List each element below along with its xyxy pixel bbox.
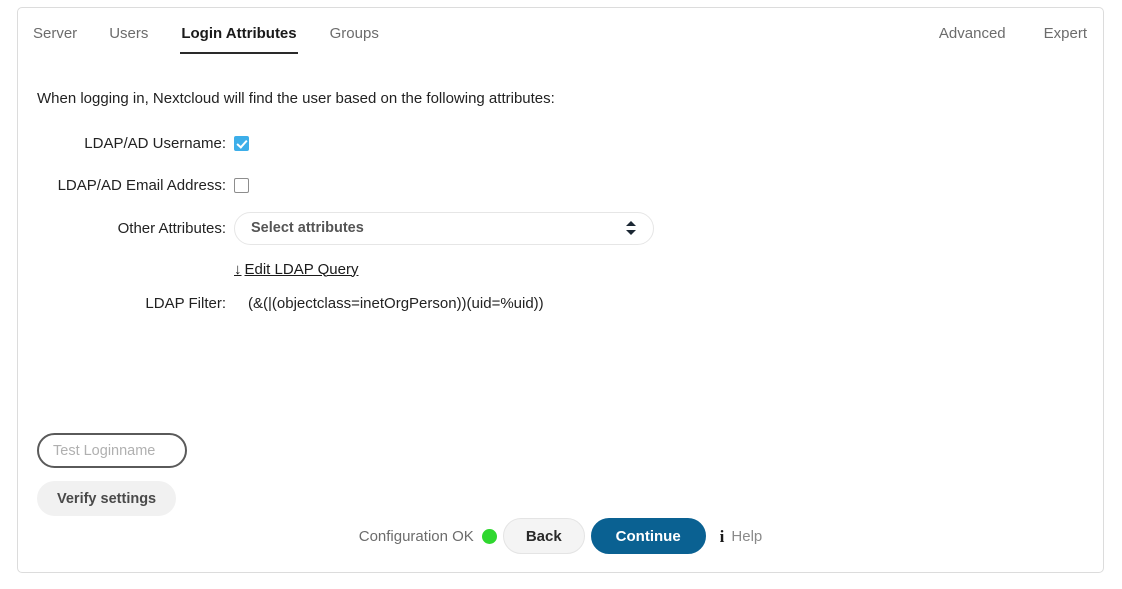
ldap-filter-label: LDAP Filter:: [145, 294, 226, 312]
login-attributes-form: LDAP/AD Username: LDAP/AD Email Address:…: [18, 122, 1103, 318]
row-ldap-username: LDAP/AD Username:: [18, 122, 1103, 164]
tab-expert[interactable]: Expert: [1044, 25, 1087, 54]
other-attributes-label: Other Attributes:: [117, 219, 226, 237]
panel-content: When logging in, Nextcloud will find the…: [18, 60, 1103, 572]
edit-ldap-query-label: Edit LDAP Query: [244, 260, 359, 278]
intro-text: When logging in, Nextcloud will find the…: [37, 90, 555, 107]
edit-ldap-query-link[interactable]: ↓ Edit LDAP Query: [234, 261, 358, 278]
status-indicator-dot: [481, 528, 497, 544]
help-label: Help: [731, 527, 763, 545]
tab-login-attributes[interactable]: Login Attributes: [180, 25, 298, 54]
tab-server[interactable]: Server: [33, 25, 77, 54]
row-edit-query: ↓ Edit LDAP Query: [18, 250, 1103, 288]
secondary-tabs: Advanced Expert: [901, 25, 1103, 54]
wizard-action-bar: Configuration OK Back Continue i Help: [18, 518, 1103, 554]
test-loginname-input[interactable]: [37, 433, 187, 468]
tab-groups[interactable]: Groups: [330, 25, 379, 54]
ldap-username-checkbox[interactable]: [234, 135, 249, 151]
row-ldap-filter: LDAP Filter: (&(|(objectclass=inetOrgPer…: [18, 288, 1103, 318]
ldap-email-checkbox[interactable]: [234, 177, 249, 193]
other-attributes-select[interactable]: Select attributes: [234, 211, 654, 245]
continue-button[interactable]: Continue: [590, 518, 706, 554]
help-link[interactable]: i Help: [720, 528, 763, 545]
ldap-username-label: LDAP/AD Username:: [84, 134, 226, 152]
ldap-wizard-panel: Server Users Login Attributes Groups Adv…: [17, 7, 1104, 573]
tab-advanced[interactable]: Advanced: [939, 25, 1006, 54]
chevron-updown-icon: [626, 220, 636, 236]
tab-users[interactable]: Users: [109, 25, 148, 54]
arrow-down-icon: ↓: [234, 260, 242, 278]
row-other-attributes: Other Attributes: Select attributes: [18, 206, 1103, 250]
verify-settings-button[interactable]: Verify settings: [37, 481, 177, 516]
ldap-filter-value: (&(|(objectclass=inetOrgPerson))(uid=%ui…: [248, 294, 544, 312]
row-ldap-email: LDAP/AD Email Address:: [18, 164, 1103, 206]
tab-bar: Server Users Login Attributes Groups Adv…: [18, 8, 1103, 60]
configuration-status-label: Configuration OK: [358, 527, 474, 545]
back-button[interactable]: Back: [502, 518, 585, 554]
info-icon: i: [719, 526, 725, 546]
ldap-email-label: LDAP/AD Email Address:: [57, 176, 226, 194]
other-attributes-value: Select attributes: [251, 220, 364, 236]
primary-tabs: Server Users Login Attributes Groups: [18, 25, 411, 54]
